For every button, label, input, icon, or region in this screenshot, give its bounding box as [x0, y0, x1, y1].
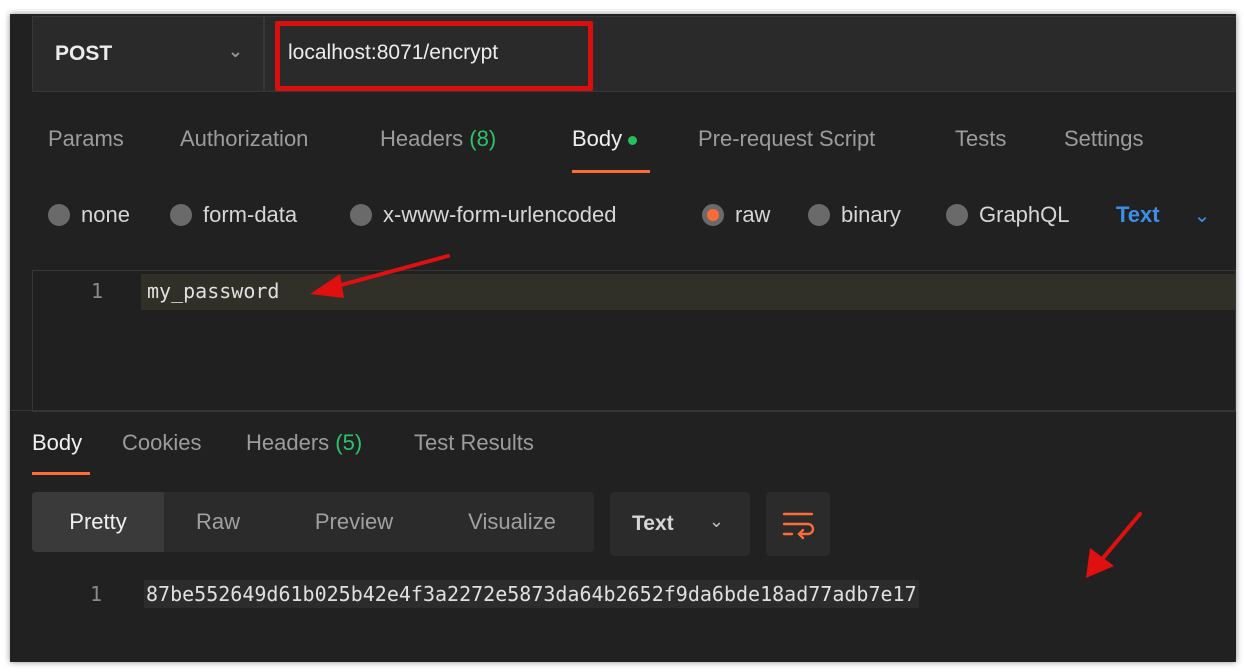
chevron-down-icon: ⌄ [1193, 205, 1211, 227]
radio-selected-icon [702, 204, 724, 226]
postman-window: POST ⌄ localhost:8071/encrypt Params Aut… [10, 14, 1236, 662]
tab-label: Params [48, 126, 124, 151]
radio-label: GraphQL [979, 202, 1070, 227]
radio-icon [48, 204, 70, 226]
radio-form-data[interactable]: form-data [170, 202, 297, 228]
tab-settings[interactable]: Settings [1064, 126, 1144, 152]
radio-icon [946, 204, 968, 226]
radio-binary[interactable]: binary [808, 202, 901, 228]
response-tab-headers[interactable]: Headers (5) [246, 430, 362, 456]
wrap-lines-button[interactable] [766, 492, 830, 556]
radio-label: none [81, 202, 130, 227]
radio-label: binary [841, 202, 901, 227]
view-preview-button[interactable]: Preview [292, 492, 416, 552]
radio-label: x-www-form-urlencoded [383, 202, 617, 227]
radio-label: form-data [203, 202, 298, 227]
editor-code-line[interactable]: my_password [147, 279, 279, 303]
radio-icon [350, 204, 372, 226]
response-body-line: 87be552649d61b025b42e4f3a2272e5873da64b2… [144, 580, 919, 608]
view-mode-selector: Pretty Raw Preview Visualize [32, 492, 594, 552]
url-input[interactable]: localhost:8071/encrypt [275, 21, 593, 91]
raw-format-label: Text [1116, 202, 1160, 227]
radio-icon [808, 204, 830, 226]
headers-count: (5) [335, 430, 363, 455]
tab-pre-request-script[interactable]: Pre-request Script [698, 126, 875, 152]
tab-body[interactable]: Body [572, 126, 638, 152]
tab-label: Tests [955, 126, 1007, 151]
response-tab-cookies[interactable]: Cookies [122, 430, 201, 456]
active-tab-underline [32, 472, 90, 475]
view-visualize-button[interactable]: Visualize [442, 492, 582, 552]
wrap-lines-icon [782, 512, 815, 540]
radio-label: raw [735, 202, 771, 227]
response-format-dropdown[interactable]: Text ⌄ [610, 492, 750, 556]
tab-label: Body [32, 430, 83, 455]
tab-params[interactable]: Params [48, 126, 124, 152]
url-bar: localhost:8071/encrypt [264, 16, 1236, 92]
response-tab-body[interactable]: Body [32, 430, 82, 456]
method-select[interactable]: POST ⌄ [32, 16, 264, 92]
response-line-number: 1 [90, 582, 103, 606]
tab-label: Test Results [414, 430, 534, 455]
tab-authorization[interactable]: Authorization [180, 126, 308, 152]
annotation-arrow-icon [1086, 512, 1142, 578]
raw-format-dropdown[interactable]: Text ⌄ [1116, 202, 1210, 228]
divider [10, 410, 1236, 411]
tab-headers[interactable]: Headers (8) [380, 126, 496, 152]
radio-none[interactable]: none [48, 202, 130, 228]
status-dot-icon [628, 135, 638, 145]
tab-label: Headers [380, 126, 464, 151]
response-format-label: Text [632, 512, 674, 535]
line-number: 1 [91, 279, 104, 303]
radio-raw[interactable]: raw [702, 202, 770, 228]
headers-count: (8) [469, 126, 497, 151]
response-tab-test-results[interactable]: Test Results [414, 430, 534, 456]
tab-label: Cookies [122, 430, 202, 455]
tab-label: Authorization [180, 126, 309, 151]
annotation-arrow-icon [310, 254, 450, 298]
radio-x-www-form-urlencoded[interactable]: x-www-form-urlencoded [350, 202, 617, 228]
chevron-down-icon: ⌄ [708, 511, 724, 531]
radio-icon [170, 204, 192, 226]
view-pretty-button[interactable]: Pretty [32, 492, 164, 552]
tab-label: Body [572, 126, 623, 151]
tab-label: Headers [246, 430, 330, 455]
request-body-editor[interactable]: 1 my_password [32, 270, 1236, 412]
active-tab-underline [572, 170, 650, 173]
tab-label: Settings [1064, 126, 1144, 151]
radio-graphql[interactable]: GraphQL [946, 202, 1070, 228]
tab-label: Pre-request Script [698, 126, 876, 151]
chevron-down-icon: ⌄ [227, 41, 243, 61]
method-label: POST [55, 42, 113, 65]
tab-tests[interactable]: Tests [955, 126, 1006, 152]
view-raw-button[interactable]: Raw [172, 492, 264, 552]
